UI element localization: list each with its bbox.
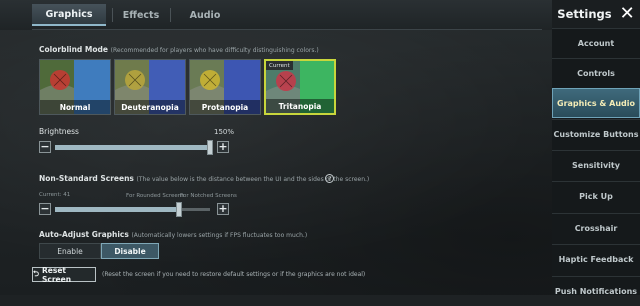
reset-screen-button[interactable]: ⮌ Reset Screen <box>32 265 96 284</box>
brightness-fill <box>55 145 210 150</box>
non-standard-decrease-button[interactable]: − <box>39 203 51 215</box>
rounded-screens-label: For Rounded Screens <box>126 193 185 199</box>
sidebar-item-account[interactable]: Account <box>552 28 640 58</box>
non-standard-increase-button[interactable]: + <box>217 203 229 215</box>
reset-note: (Reset the screen if you need to restore… <box>102 271 366 278</box>
sidebar-item-haptic-feedback[interactable]: Haptic Feedback <box>552 244 640 274</box>
non-standard-title: Non-Standard Screens <box>39 174 134 183</box>
tab-divider <box>170 8 171 22</box>
brightness-label: Brightness <box>39 127 79 136</box>
colorblind-option-protanopia[interactable]: Protanopia <box>189 59 261 115</box>
notched-screens-label: For Notched Screens <box>180 193 237 199</box>
non-standard-slider-handle[interactable] <box>176 202 182 217</box>
colorblind-option-label: Normal <box>40 100 110 114</box>
colorblind-option-tritanopia[interactable]: Current Tritanopia <box>264 59 336 115</box>
current-badge: Current <box>266 61 293 70</box>
tab-effects[interactable]: Effects <box>112 4 170 26</box>
tab-audio[interactable]: Audio <box>176 4 234 26</box>
non-standard-note: (The value below is the distance between… <box>136 176 370 183</box>
page-title: Settings <box>557 7 612 21</box>
sidebar-item-graphics-audio[interactable]: Graphics & Audio <box>552 88 640 118</box>
help-icon[interactable]: ? <box>325 174 334 183</box>
colorblind-option-label: Protanopia <box>190 100 260 114</box>
non-standard-heading: Non-Standard Screens (The value below is… <box>39 174 369 183</box>
brightness-increase-button[interactable]: + <box>217 141 229 153</box>
current-value-text: Current: 41 <box>39 192 71 198</box>
divider <box>32 29 542 30</box>
auto-adjust-note: (Automatically lowers settings if FPS fl… <box>131 232 308 239</box>
settings-header: Settings ✕ <box>552 0 640 28</box>
colorblind-note: (Recommended for players who have diffic… <box>110 47 319 54</box>
brightness-value: 150% <box>214 128 235 136</box>
sidebar-item-customize-buttons[interactable]: Customize Buttons <box>552 119 640 149</box>
colorblind-option-label: Deuteranopia <box>115 100 185 114</box>
auto-adjust-heading: Auto-Adjust Graphics (Automatically lowe… <box>39 230 307 239</box>
tab-graphics[interactable]: Graphics <box>32 4 106 26</box>
sidebar-item-crosshair[interactable]: Crosshair <box>552 213 640 243</box>
brightness-decrease-button[interactable]: − <box>39 141 51 153</box>
sidebar-item-sensitivity[interactable]: Sensitivity <box>552 150 640 180</box>
colorblind-option-label: Tritanopia <box>266 99 334 113</box>
disable-button[interactable]: Disable <box>101 243 159 259</box>
sidebar: Account Controls Graphics & Audio Custom… <box>552 28 640 296</box>
reset-screen-label: Reset Screen <box>42 265 72 284</box>
brightness-slider-handle[interactable] <box>207 140 213 155</box>
sidebar-item-push-notifications[interactable]: Push Notifications <box>552 276 640 306</box>
close-icon[interactable]: ✕ <box>620 5 635 23</box>
colorblind-title: Colorblind Mode <box>39 45 108 54</box>
colorblind-heading: Colorblind Mode (Recommended for players… <box>39 45 319 54</box>
colorblind-option-deuteranopia[interactable]: Deuteranopia <box>114 59 186 115</box>
sidebar-item-pick-up[interactable]: Pick Up <box>552 181 640 211</box>
reset-icon: ⮌ <box>33 269 40 278</box>
non-standard-fill <box>55 207 179 212</box>
auto-adjust-title: Auto-Adjust Graphics <box>39 230 129 239</box>
sidebar-item-controls[interactable]: Controls <box>552 58 640 88</box>
colorblind-option-normal[interactable]: Normal <box>39 59 111 115</box>
enable-button[interactable]: Enable <box>39 243 101 259</box>
